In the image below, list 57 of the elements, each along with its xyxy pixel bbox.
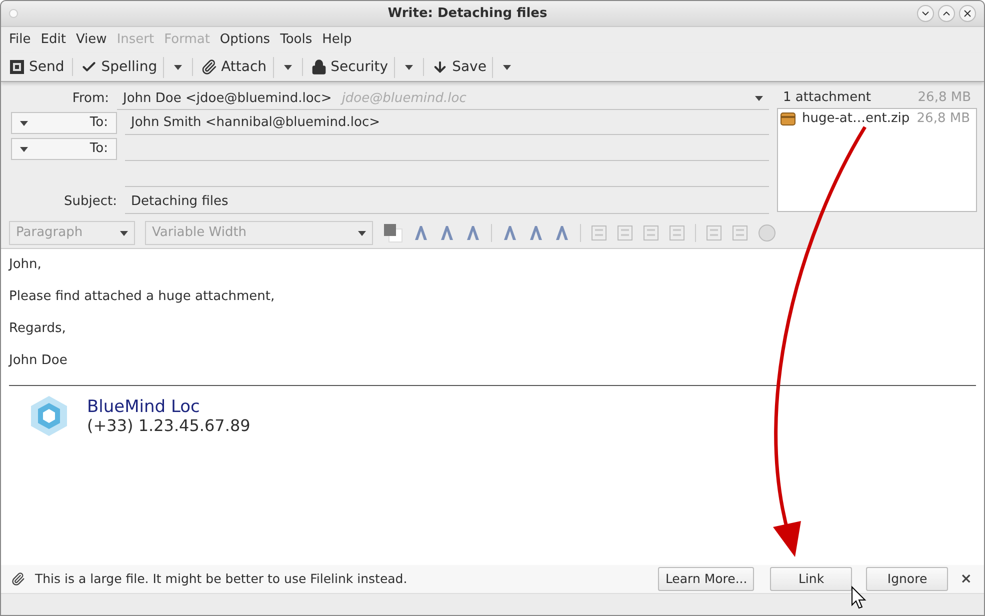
window-title: Write: Detaching files — [388, 6, 548, 21]
body-line: John Doe — [9, 353, 68, 369]
toolbar-button[interactable]: Save — [432, 56, 494, 78]
send-icon — [9, 59, 25, 75]
attachment-count: 1 attachment — [783, 89, 871, 108]
signature-phone: (+33) 1.23.45.67.89 — [87, 417, 250, 435]
attachment-total-size: 26,8 MB — [918, 89, 971, 108]
maximize-button[interactable] — [938, 5, 955, 22]
notification-button[interactable]: Ignore — [866, 567, 948, 591]
notification-message: This is a large file. It might be better to use Filelink instead. — [35, 570, 408, 588]
from-label: From: — [71, 90, 110, 108]
from-field[interactable]: John Doe <jdoe@bluemind.loc> jdoe@bluemind.loc — [117, 88, 769, 110]
attachment-item[interactable]: huge-at…ent.zip 26,8 MB — [778, 109, 976, 129]
identity-hint: jdoe@bluemind.loc — [342, 90, 466, 108]
paperclip-icon — [201, 59, 218, 75]
menu-item[interactable]: Tools — [275, 30, 318, 50]
signature-name: BlueMind Loc — [87, 397, 201, 417]
attachment-size: 26,8 MB — [916, 110, 971, 128]
toolbar-button[interactable]: Attach — [201, 56, 274, 78]
caret-icon — [174, 64, 182, 70]
hexagon-logo — [29, 394, 69, 438]
close-icon — [962, 8, 973, 19]
body-line: Regards, — [9, 321, 67, 337]
subject-label: Subject: — [63, 193, 117, 212]
message-body[interactable]: John, Please find attached a huge attachment, Regards, John Doe BlueMind Loc (+33) 1.23.45.67.89 — [1, 248, 984, 565]
dropdown-caret-icon — [755, 96, 763, 101]
recipient-type-button[interactable]: To: — [11, 112, 117, 134]
body-line: Please find attached a huge attachment, — [9, 289, 276, 305]
caret-icon — [20, 146, 28, 152]
caret-icon — [20, 120, 28, 126]
caret-icon — [284, 64, 292, 70]
menu-item[interactable]: Options — [214, 30, 276, 50]
lock-icon — [310, 59, 327, 75]
caret-icon — [405, 64, 414, 70]
notification-button[interactable]: Link — [770, 567, 852, 591]
recipient-type-button[interactable]: To: — [11, 138, 117, 160]
package-icon — [780, 111, 796, 127]
menu-item[interactable]: File — [4, 30, 36, 50]
menu-item[interactable]: Edit — [36, 30, 71, 50]
body-line: John, — [9, 257, 42, 273]
minimize-button[interactable] — [917, 5, 934, 22]
color-picker-icon — [383, 223, 403, 243]
toolbar-button[interactable]: Security — [310, 56, 396, 78]
menu-item[interactable]: Help — [317, 30, 357, 50]
caret-icon — [120, 230, 128, 236]
paperclip-icon — [11, 572, 25, 586]
caret-icon — [358, 230, 366, 236]
smiley-icon — [758, 224, 776, 242]
toolbar-button[interactable]: Send — [9, 56, 64, 78]
menu-item[interactable]: View — [70, 30, 112, 50]
caret-icon — [503, 64, 512, 70]
close-notification-button[interactable]: × — [958, 568, 974, 590]
recipient-field[interactable]: John Smith <hannibal@bluemind.loc> — [125, 111, 769, 135]
close-button[interactable] — [959, 5, 976, 22]
toolbar-button[interactable]: Spelling — [81, 56, 164, 78]
notification-button[interactable]: Learn More... — [658, 567, 754, 591]
subject-field[interactable]: Detaching files — [125, 190, 769, 214]
